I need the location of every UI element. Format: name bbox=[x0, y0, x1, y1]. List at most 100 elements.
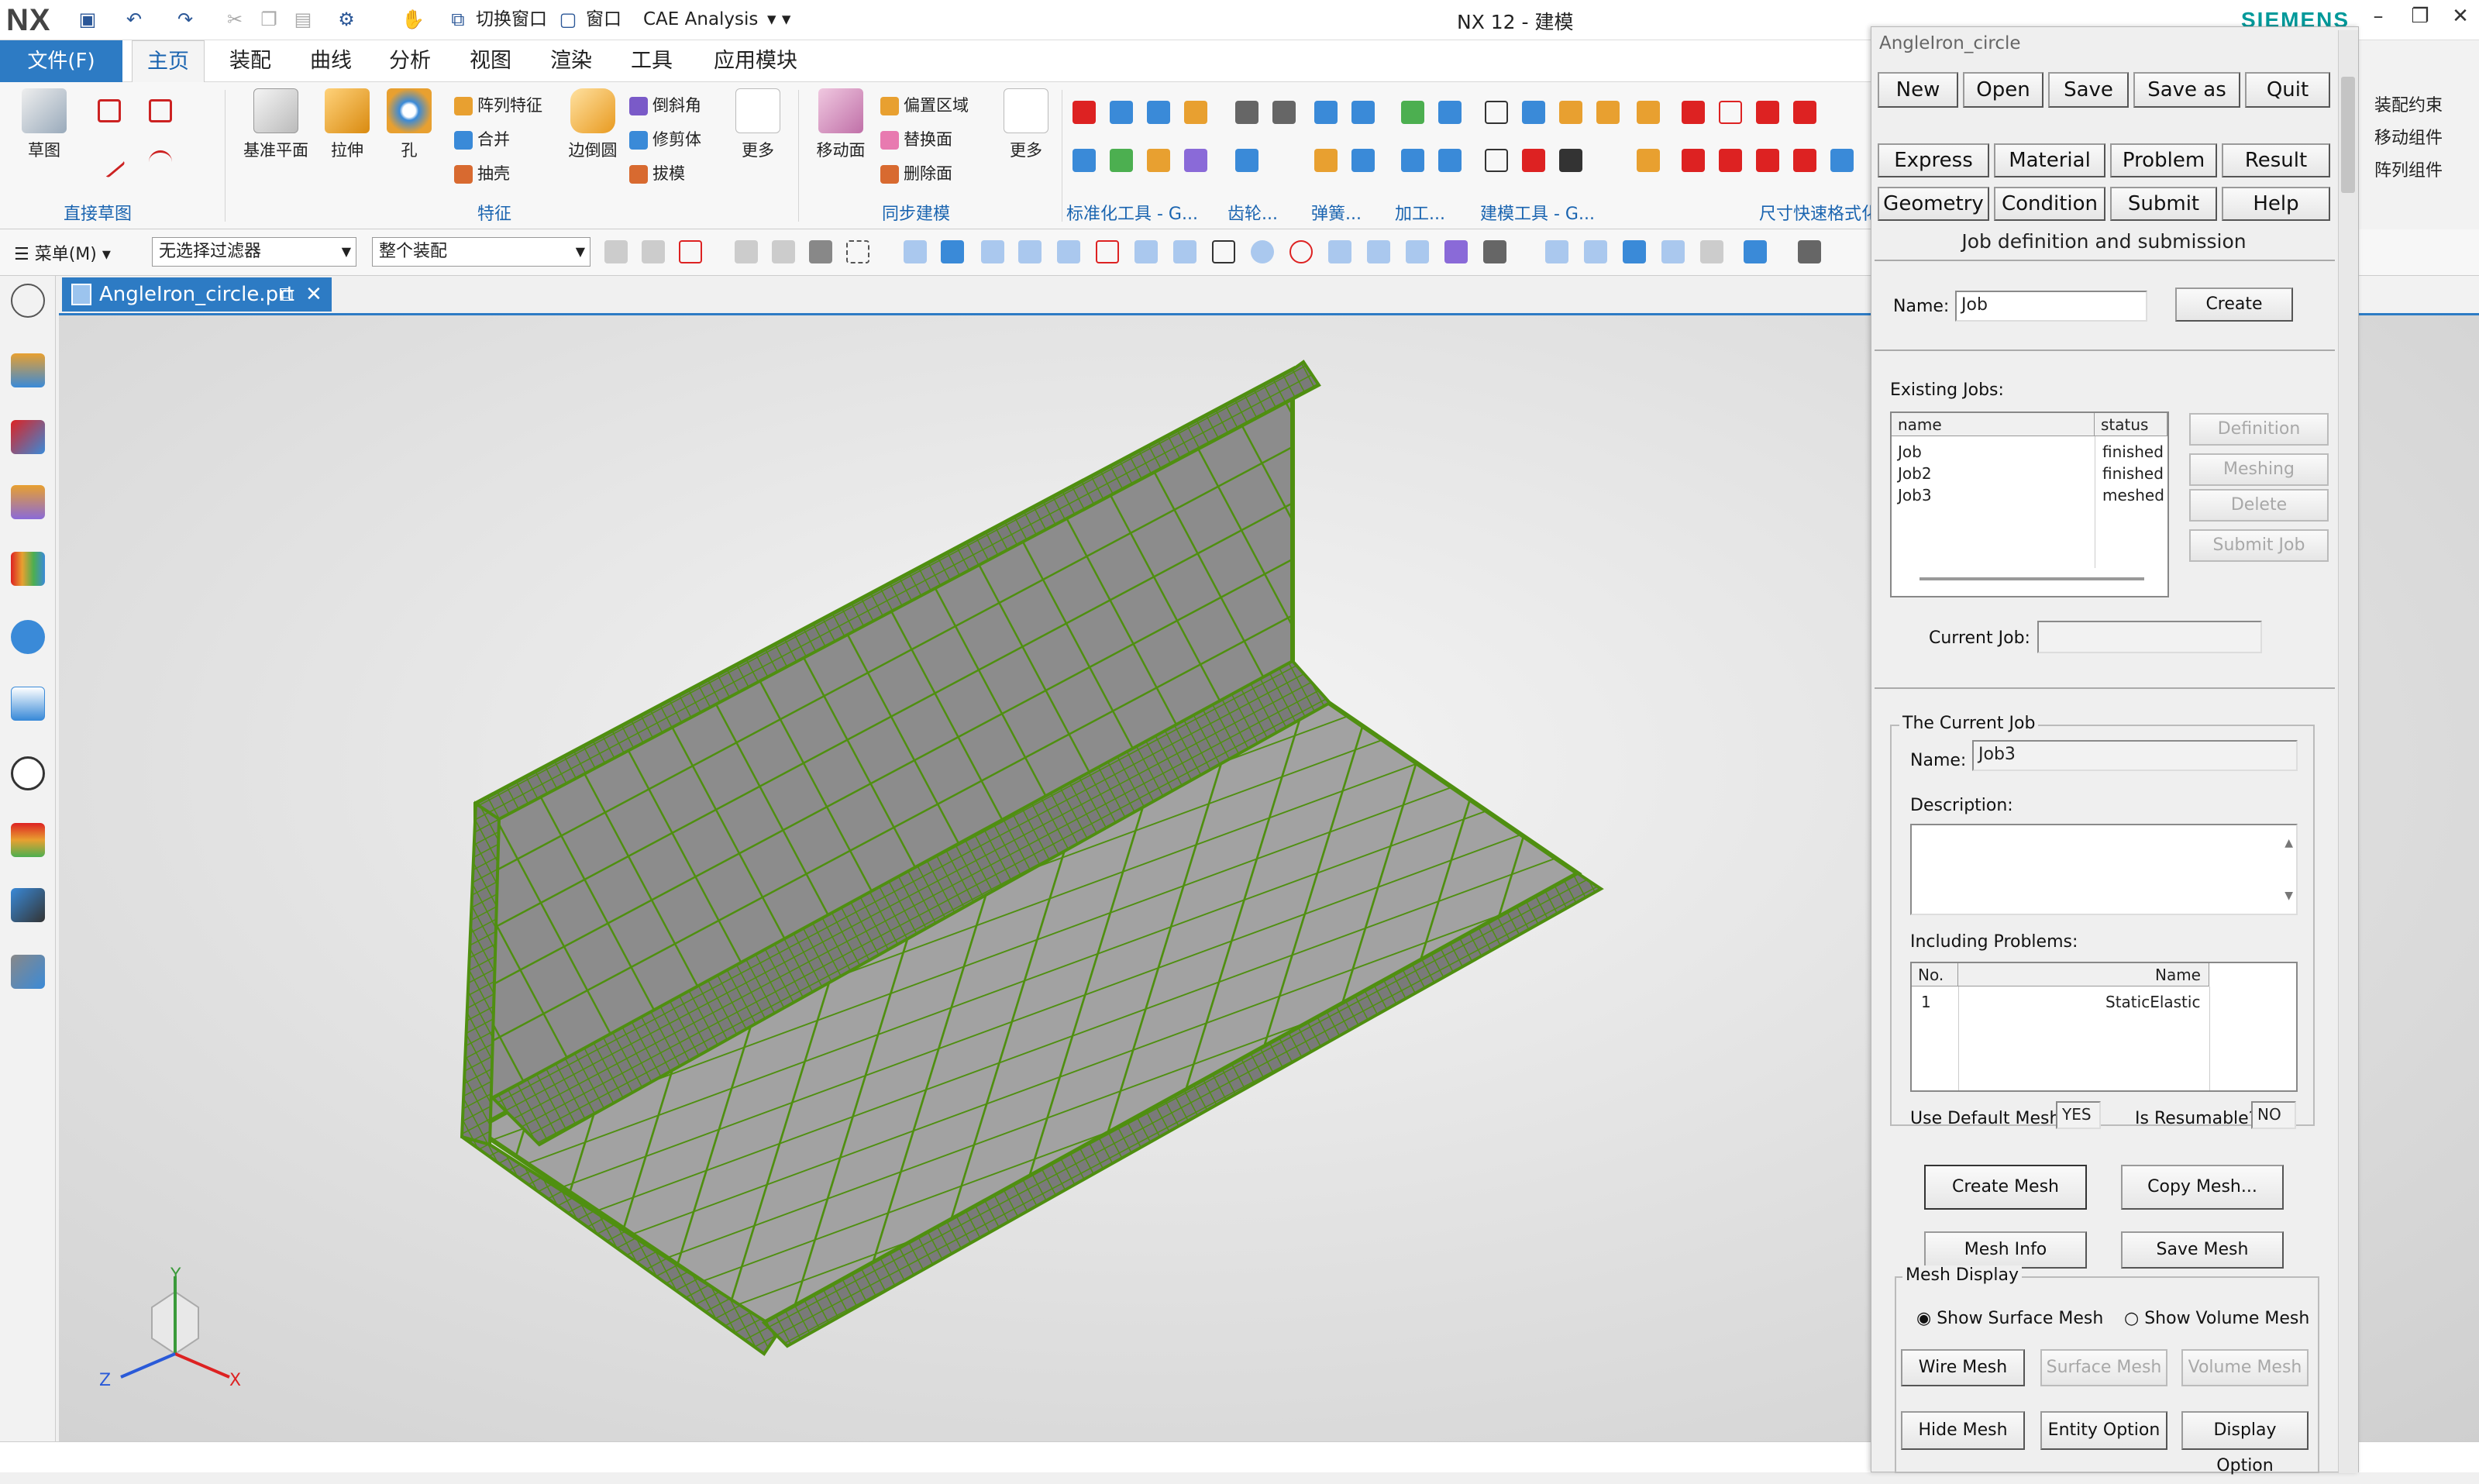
help-button[interactable]: Help bbox=[2222, 187, 2330, 221]
settings-icon[interactable] bbox=[11, 284, 45, 318]
tab-assembly[interactable]: 装配 bbox=[214, 40, 287, 82]
undo-icon[interactable]: ↶ bbox=[121, 8, 147, 31]
surface-mesh-button[interactable]: Surface Mesh bbox=[2040, 1349, 2167, 1386]
std-tool-icon-4[interactable] bbox=[1184, 101, 1207, 124]
dim-tool-icon-8[interactable] bbox=[1793, 101, 1816, 124]
tab-curve[interactable]: 曲线 bbox=[294, 40, 367, 82]
machining-icon-2[interactable] bbox=[1438, 101, 1462, 124]
modeling-tool-icon-1[interactable] bbox=[1485, 101, 1508, 124]
group-dim-format[interactable]: 尺寸快速格式化 bbox=[1759, 200, 1878, 225]
reuse-library-icon[interactable] bbox=[11, 552, 45, 586]
std-tool-icon-6[interactable] bbox=[1110, 149, 1133, 172]
job-row-status[interactable]: finished bbox=[2102, 441, 2164, 463]
snap-icon-2[interactable] bbox=[941, 240, 964, 263]
more-sync-button[interactable]: 更多 bbox=[997, 88, 1055, 161]
scrollbar-thumb[interactable] bbox=[2341, 77, 2355, 193]
switch-window-icon[interactable]: ⧉ bbox=[445, 8, 471, 31]
tab-render[interactable]: 渲染 bbox=[535, 40, 608, 82]
jobs-col-status[interactable]: status bbox=[2095, 413, 2167, 436]
extrude-button[interactable]: 拉伸 bbox=[316, 88, 378, 161]
more-features-button[interactable]: 更多 bbox=[728, 88, 787, 161]
offset-region-button[interactable]: 偏置区域 bbox=[880, 93, 969, 116]
save-icon[interactable]: ▣ bbox=[74, 8, 101, 31]
web-browser-icon[interactable] bbox=[11, 687, 45, 721]
problems-table[interactable]: No. Name 1 StaticElastic bbox=[1910, 962, 2298, 1092]
snap-icon-12[interactable] bbox=[1328, 240, 1351, 263]
job-row-name[interactable]: Job2 bbox=[1898, 463, 1932, 484]
move-face-button[interactable]: 移动面 bbox=[806, 88, 876, 161]
snap-icon-6[interactable] bbox=[1096, 240, 1119, 263]
meshing-params-button[interactable]: Meshing Params bbox=[2189, 453, 2329, 508]
problem-row-no[interactable]: 1 bbox=[1921, 991, 1931, 1013]
machining-icon-1[interactable] bbox=[1401, 101, 1424, 124]
modeling-tool-icon-5[interactable] bbox=[1485, 149, 1508, 172]
tab-analysis[interactable]: 分析 bbox=[374, 40, 446, 82]
express-button[interactable]: Express bbox=[1878, 143, 1989, 177]
filter-tool-icon-4[interactable] bbox=[735, 240, 758, 263]
process-studio-icon[interactable] bbox=[11, 888, 45, 922]
machining-icon-4[interactable] bbox=[1438, 149, 1462, 172]
prob-col-no[interactable]: No. bbox=[1912, 963, 1958, 986]
definition-button[interactable]: Definition bbox=[2189, 413, 2329, 446]
history-icon[interactable] bbox=[11, 756, 45, 790]
combine-button[interactable]: 合并 bbox=[454, 127, 510, 150]
assembly-scope-select[interactable]: 整个装配 ▼ bbox=[372, 237, 590, 267]
gear-tool-icon-1[interactable] bbox=[1235, 101, 1258, 124]
snap-icon-5[interactable] bbox=[1057, 240, 1080, 263]
delete-button[interactable]: Delete bbox=[2189, 489, 2329, 522]
arc-icon[interactable] bbox=[149, 150, 172, 174]
filter-tool-icon-2[interactable] bbox=[642, 240, 665, 263]
spring-tool-icon-1[interactable] bbox=[1314, 101, 1338, 124]
display-option-button[interactable]: Display Option bbox=[2181, 1411, 2309, 1475]
close-icon[interactable]: ✕ bbox=[2441, 5, 2479, 33]
entity-option-button[interactable]: Entity Option bbox=[2040, 1411, 2167, 1450]
group-modeling-tools[interactable]: 建模工具 - G... bbox=[1480, 200, 1595, 225]
save-mesh-button[interactable]: Save Mesh bbox=[2121, 1231, 2284, 1269]
std-tool-icon-5[interactable] bbox=[1073, 149, 1096, 172]
view-icon-3[interactable] bbox=[1623, 240, 1646, 263]
view-icon-4[interactable] bbox=[1661, 240, 1685, 263]
dim-tool-icon-1[interactable] bbox=[1637, 101, 1660, 124]
show-surface-mesh-radio[interactable]: ◉ Show Surface Mesh bbox=[1916, 1309, 2103, 1328]
snap-icon-14[interactable] bbox=[1406, 240, 1429, 263]
touch-mode-icon[interactable]: ✋ bbox=[400, 8, 426, 31]
view-icon-2[interactable] bbox=[1584, 240, 1607, 263]
undock-icon[interactable]: ⧉ bbox=[279, 277, 294, 312]
job-row-name[interactable]: Job3 bbox=[1898, 484, 1932, 506]
close-tab-icon[interactable]: ✕ bbox=[305, 277, 322, 312]
constraint-navigator-icon[interactable] bbox=[11, 420, 45, 454]
create-mesh-button[interactable]: Create Mesh bbox=[1924, 1165, 2087, 1210]
description-textarea[interactable]: ▲ ▼ bbox=[1910, 824, 2298, 915]
paste-icon[interactable]: ▤ bbox=[290, 8, 316, 31]
spring-tool-icon-2[interactable] bbox=[1351, 101, 1375, 124]
group-machining[interactable]: 加工... bbox=[1395, 200, 1445, 225]
hd3d-tools-icon[interactable] bbox=[11, 620, 45, 654]
submit-job-button[interactable]: Submit Job bbox=[2189, 529, 2329, 562]
window-icon[interactable]: ▢ bbox=[555, 8, 581, 31]
dim-tool-icon-6[interactable] bbox=[1719, 149, 1742, 172]
dim-tool-icon-9[interactable] bbox=[1756, 149, 1779, 172]
switch-window-button[interactable]: 切换窗口 bbox=[476, 8, 547, 31]
current-job-field[interactable] bbox=[2037, 621, 2262, 653]
scroll-down-icon[interactable]: ▼ bbox=[2284, 883, 2293, 909]
panel-scrollbar[interactable] bbox=[2338, 30, 2358, 1473]
save-button[interactable]: Save bbox=[2048, 72, 2129, 108]
snap-icon-13[interactable] bbox=[1367, 240, 1390, 263]
is-resumable-field[interactable]: NO bbox=[2251, 1101, 2296, 1129]
dim-tool-icon-5[interactable] bbox=[1682, 149, 1705, 172]
dim-tool-icon-10[interactable] bbox=[1793, 149, 1816, 172]
group-gear[interactable]: 齿轮... bbox=[1227, 200, 1278, 225]
view-icon-6[interactable] bbox=[1744, 240, 1767, 263]
minimize-icon[interactable]: – bbox=[2359, 5, 2398, 33]
jobs-col-name[interactable]: name bbox=[1892, 413, 2095, 436]
job-row-name[interactable]: Job bbox=[1898, 441, 1922, 463]
gear-tool-icon-3[interactable] bbox=[1235, 149, 1258, 172]
filter-tool-icon-5[interactable] bbox=[772, 240, 795, 263]
snap-icon-9[interactable] bbox=[1212, 240, 1235, 263]
snap-icon-1[interactable] bbox=[904, 240, 927, 263]
problem-row-name[interactable]: StaticElastic bbox=[2105, 991, 2200, 1013]
replace-face-button[interactable]: 替换面 bbox=[880, 127, 952, 150]
mesh-info-button[interactable]: Mesh Info bbox=[1924, 1231, 2087, 1269]
cut-icon[interactable]: ✂ bbox=[222, 8, 248, 31]
view-icon-7[interactable] bbox=[1798, 240, 1821, 263]
